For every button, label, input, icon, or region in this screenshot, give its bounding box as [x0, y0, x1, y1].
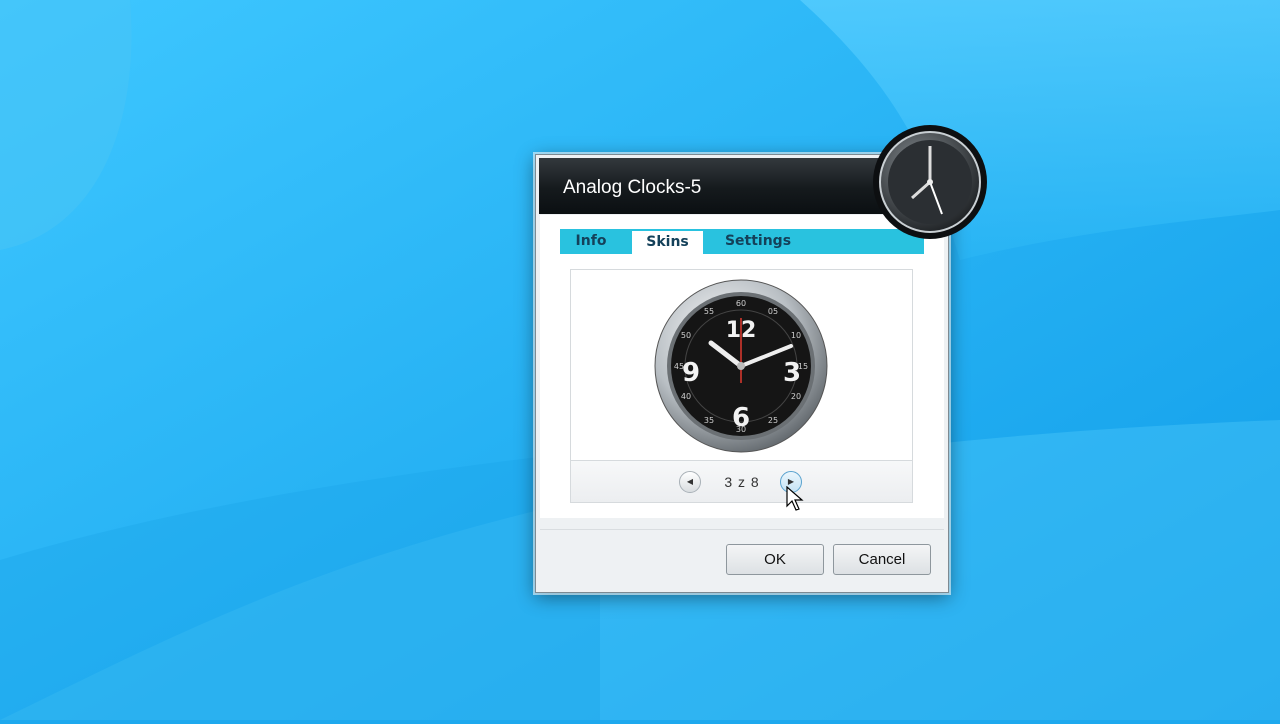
dialog-footer: OK Cancel: [540, 529, 944, 588]
tab-skins[interactable]: Skins: [632, 231, 703, 254]
dialog-title: Analog Clocks-5: [563, 177, 702, 198]
arrow-left-icon: ◀: [686, 477, 694, 486]
ok-button[interactable]: OK: [726, 544, 824, 575]
svg-text:45: 45: [674, 362, 684, 371]
cancel-button[interactable]: Cancel: [833, 544, 931, 575]
svg-text:10: 10: [791, 331, 801, 340]
tab-strip: Info Skins Settings: [560, 229, 924, 254]
svg-text:15: 15: [798, 362, 808, 371]
svg-text:40: 40: [681, 392, 691, 401]
clock-gadget[interactable]: [872, 124, 990, 246]
tab-info[interactable]: Info: [560, 229, 622, 254]
clock-gadget-icon: [873, 125, 987, 239]
skin-navigation-bar: ◀ 3 z 8 ▶: [571, 460, 912, 502]
tab-settings[interactable]: Settings: [712, 229, 804, 254]
svg-text:50: 50: [681, 331, 691, 340]
skin-preview-area: 12 3 6 9 60 05 10 15 20 25 30 35 40 45 50 55: [571, 270, 912, 460]
svg-text:05: 05: [768, 307, 778, 316]
clock-skin-preview-image: 12 3 6 9 6005 1015 2025 3035 4045 5055: [654, 279, 828, 453]
svg-text:30: 30: [736, 425, 746, 434]
skin-page-indicator: 3 z 8: [724, 474, 760, 490]
svg-text:9: 9: [682, 358, 700, 388]
svg-text:35: 35: [704, 416, 714, 425]
dialog-content: Info Skins Settings 12 3 6 9 60 05 10 15…: [540, 215, 944, 518]
mouse-cursor-icon: [786, 485, 804, 516]
skin-preview-panel: 12 3 6 9 60 05 10 15 20 25 30 35 40 45 50 55: [570, 269, 913, 503]
svg-text:25: 25: [768, 416, 778, 425]
svg-text:55: 55: [704, 307, 714, 316]
svg-text:20: 20: [791, 392, 801, 401]
previous-skin-button[interactable]: ◀: [679, 471, 701, 493]
svg-text:60: 60: [736, 299, 746, 308]
